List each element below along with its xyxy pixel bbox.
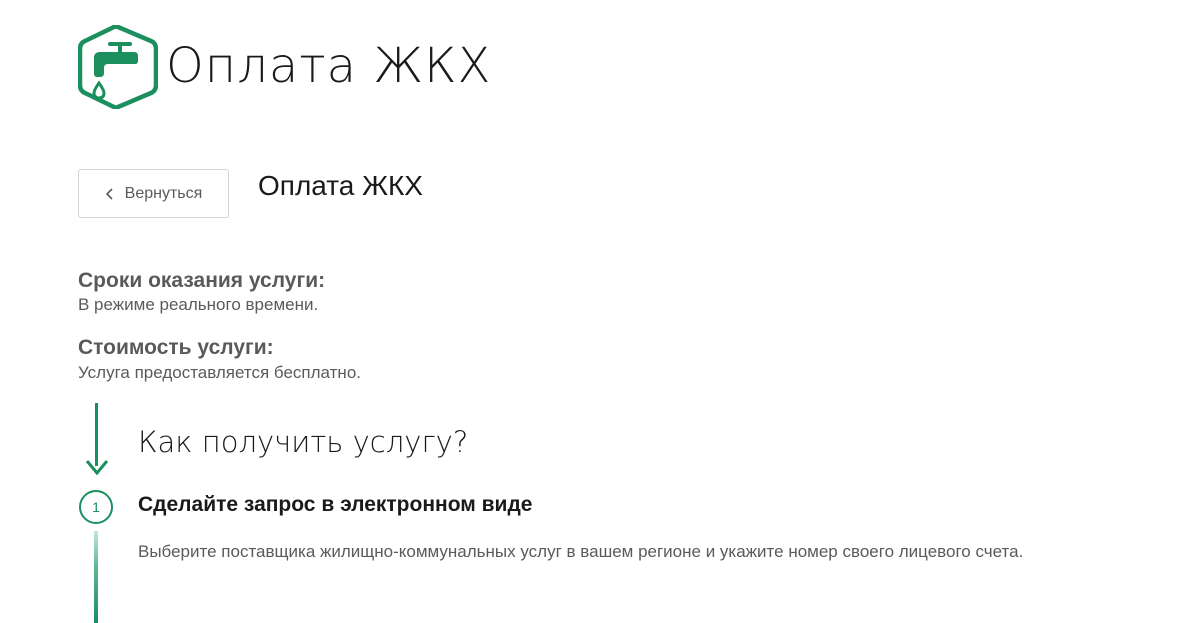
step-progress-line: [94, 531, 98, 623]
water-tap-icon: [78, 25, 158, 109]
service-logo: [78, 25, 158, 109]
howto-title: Как получить услугу?: [138, 425, 469, 459]
service-cost-heading: Стоимость услуги:: [78, 336, 274, 359]
step-description: Выберите поставщика жилищно-коммунальных…: [138, 542, 1024, 561]
service-terms-heading: Сроки оказания услуги:: [78, 269, 326, 292]
back-button-label: Вернуться: [124, 184, 203, 202]
arrow-down-icon: [85, 460, 109, 476]
chevron-left-icon: [105, 187, 113, 200]
step-title: Сделайте запрос в электронном виде: [138, 493, 533, 516]
service-terms-text: В режиме реального времени.: [78, 295, 319, 314]
back-button[interactable]: Вернуться: [78, 169, 229, 218]
page-title: Оплата ЖКХ: [258, 170, 423, 201]
step-number-badge: 1: [79, 490, 113, 524]
service-title: Оплата ЖКХ: [166, 38, 492, 94]
service-cost-text: Услуга предоставляется бесплатно.: [78, 363, 361, 382]
